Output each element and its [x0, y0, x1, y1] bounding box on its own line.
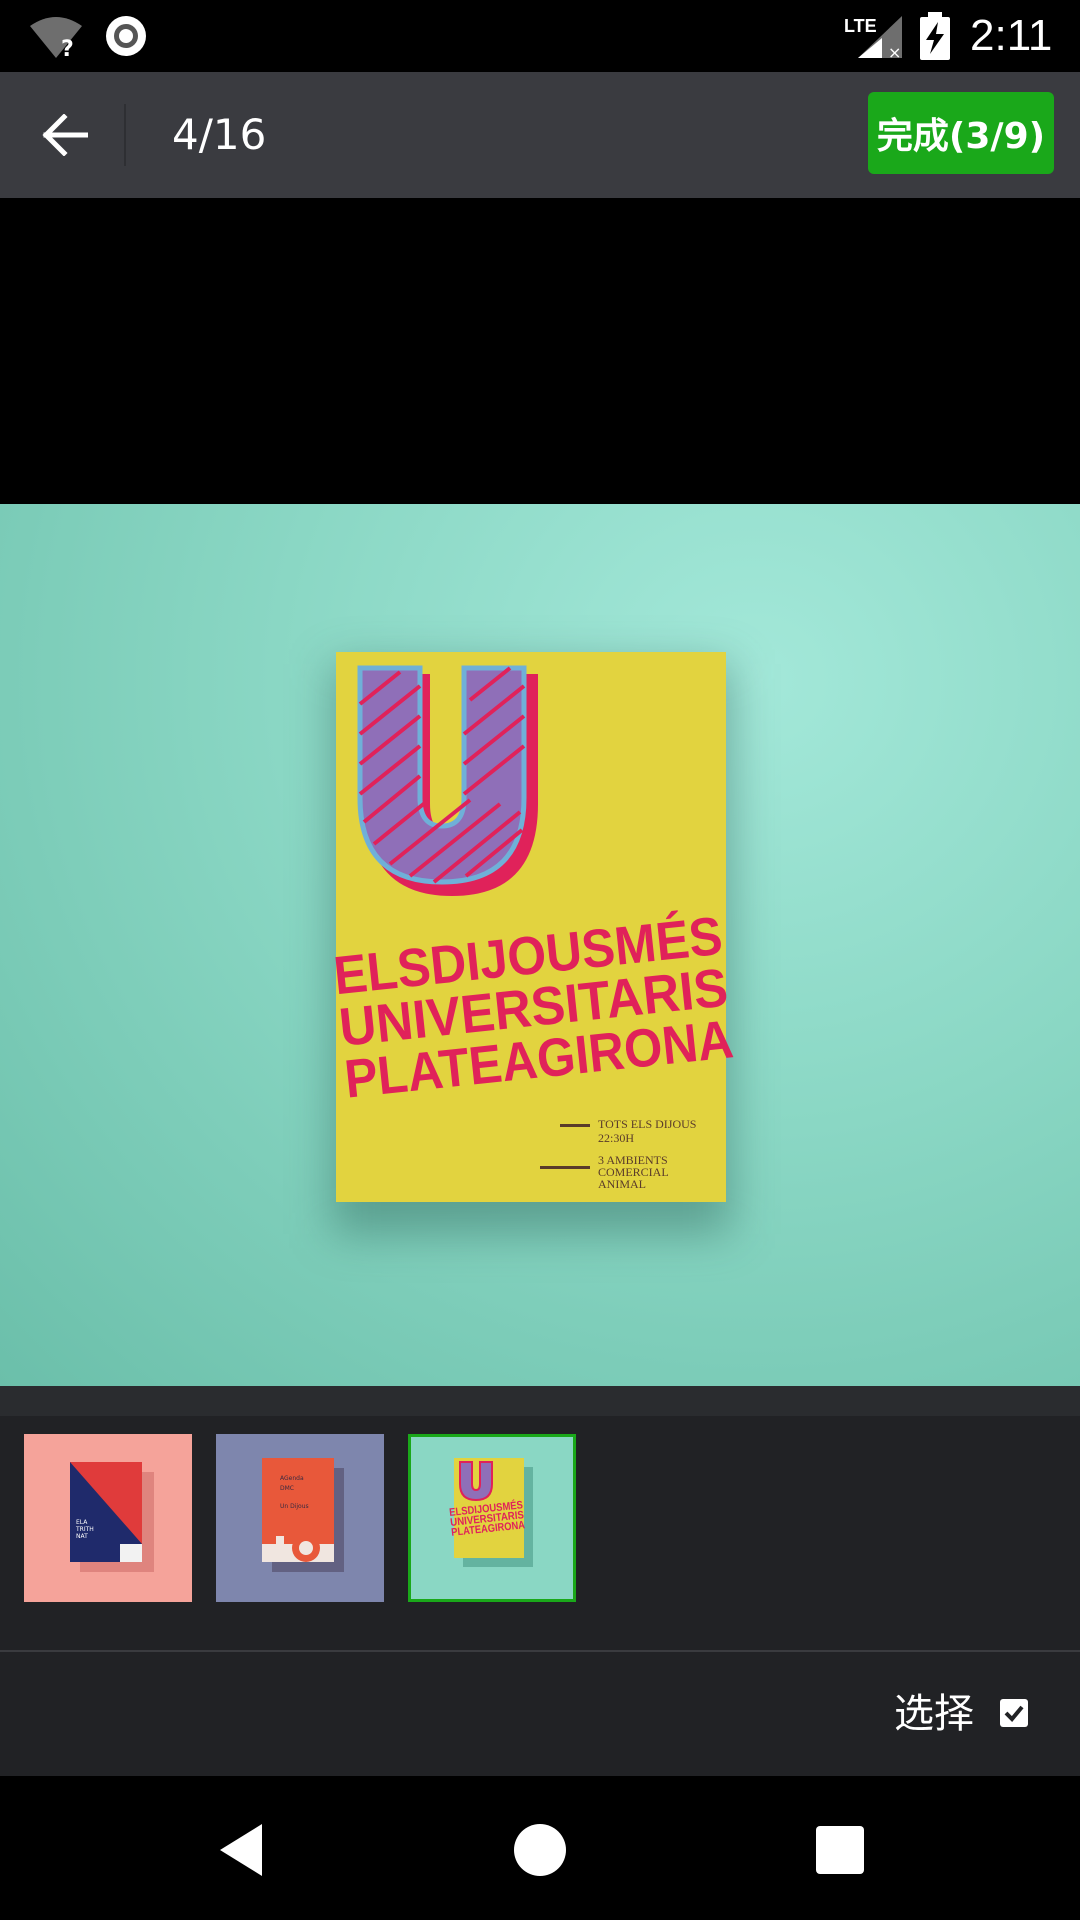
lte-signal-icon: LTE ×: [844, 16, 902, 60]
thumbnail-3[interactable]: ELSDIJOUSMÉS UNIVERSITARIS PLATEAGIRONA: [408, 1434, 576, 1602]
nav-recents-icon[interactable]: [810, 1820, 870, 1880]
svg-text:Un Dijous: Un Dijous: [280, 1503, 309, 1510]
svg-text:AGenda: AGenda: [280, 1475, 304, 1482]
thumbnail-2[interactable]: AGenda DMC Un Dijous: [216, 1434, 384, 1602]
svg-text:ELA: ELA: [76, 1519, 88, 1526]
svg-text:NAT: NAT: [76, 1533, 88, 1540]
status-bar: ? LTE × 2:11: [0, 0, 1080, 72]
navigation-bar: [0, 1776, 1080, 1920]
nav-home-icon[interactable]: [510, 1820, 570, 1880]
thumbnail-strip-header: [0, 1386, 1080, 1416]
preview-image[interactable]: ELSDIJOUSMÉS UNIVERSITARIS PLATEAGIRONA …: [0, 504, 1080, 1386]
nav-back-icon[interactable]: [212, 1820, 272, 1880]
arrow-left-icon: [42, 114, 88, 156]
svg-text:×: ×: [888, 43, 901, 60]
select-label[interactable]: 选择: [894, 1652, 974, 1776]
thumbnail-row: ELA TRITH NAT AGenda DMC Un Dijous ELSDIJOUS…: [0, 1416, 1080, 1650]
battery-charging-icon: [920, 12, 950, 60]
lte-label: LTE: [844, 16, 877, 36]
svg-text:DMC: DMC: [280, 1485, 294, 1492]
svg-text:TRITH: TRITH: [75, 1526, 94, 1533]
book-cover-graphic: ELSDIJOUSMÉS UNIVERSITARIS PLATEAGIRONA …: [331, 652, 736, 1202]
select-bar: 选择: [0, 1652, 1080, 1776]
status-time: 2:11: [970, 11, 1053, 60]
record-icon: [106, 16, 146, 56]
svg-text:TOTS ELS DIJOUS: TOTS ELS DIJOUS: [598, 1117, 696, 1131]
select-checkbox[interactable]: [1000, 1699, 1028, 1727]
svg-text:ANIMAL: ANIMAL: [598, 1177, 646, 1191]
check-icon: [1004, 1705, 1024, 1722]
top-toolbar: 4/16 完成(3/9): [0, 72, 1080, 198]
toolbar-divider: [124, 104, 126, 166]
svg-text:22:30H: 22:30H: [598, 1131, 634, 1145]
svg-text:?: ?: [61, 37, 74, 60]
thumbnail-1[interactable]: ELA TRITH NAT: [24, 1434, 192, 1602]
wifi-unknown-icon: ?: [30, 17, 82, 60]
image-preview-area[interactable]: ELSDIJOUSMÉS UNIVERSITARIS PLATEAGIRONA …: [0, 198, 1080, 1386]
done-button[interactable]: 完成(3/9): [868, 92, 1054, 174]
page-counter: 4/16: [172, 110, 267, 159]
back-button[interactable]: [20, 90, 110, 180]
